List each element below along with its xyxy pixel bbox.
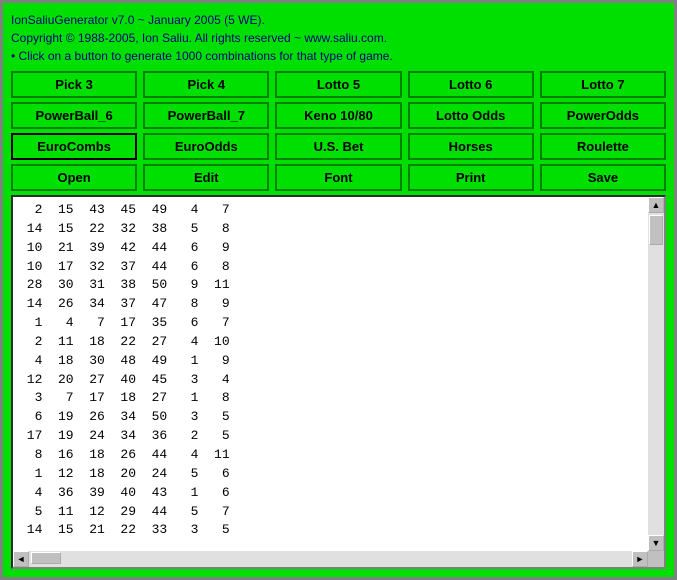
scroll-up-button[interactable]: ▲: [648, 197, 664, 213]
button-row-1: Pick 3Pick 4Lotto 5 Lotto 6Lotto 7: [11, 71, 666, 98]
header-line3: • Click on a button to generate 1000 com…: [11, 47, 666, 65]
powerodds-button[interactable]: PowerOdds: [540, 102, 666, 129]
scroll-down-button[interactable]: ▼: [648, 535, 664, 551]
edit-button[interactable]: Edit: [143, 164, 269, 191]
button-row-3: EuroCombsEuroOddsU.S. Bet HorsesRoulette: [11, 133, 666, 160]
header-line2: Copyright © 1988-2005, Ion Saliu. All ri…: [11, 29, 666, 47]
pick4-button[interactable]: Pick 4: [143, 71, 269, 98]
font-button[interactable]: Font: [275, 164, 401, 191]
data-display[interactable]: 2 15 43 45 49 4 7 14 15 22 32 38 5 8 10 …: [13, 197, 648, 551]
scroll-thumb-horizontal[interactable]: [31, 552, 61, 564]
button-row-4: OpenEditFont PrintSave: [11, 164, 666, 191]
scroll-thumb-vertical[interactable]: [649, 215, 663, 245]
euroodds-button[interactable]: EuroOdds: [143, 133, 269, 160]
scroll-track-horizontal[interactable]: [29, 551, 632, 567]
powerball7-button[interactable]: PowerBall_7: [143, 102, 269, 129]
save-button[interactable]: Save: [540, 164, 666, 191]
main-window: IonSaliuGenerator v7.0 ~ January 2005 (5…: [0, 0, 677, 580]
scroll-right-button[interactable]: ►: [632, 551, 648, 567]
usbet-button[interactable]: U.S. Bet: [275, 133, 401, 160]
scroll-corner: [648, 551, 664, 567]
eurocombs-button[interactable]: EuroCombs: [11, 133, 137, 160]
content-area: 2 15 43 45 49 4 7 14 15 22 32 38 5 8 10 …: [11, 195, 666, 569]
lotto6-button[interactable]: Lotto 6: [408, 71, 534, 98]
scroll-track-vertical[interactable]: [648, 213, 664, 535]
keno-button[interactable]: Keno 10/80: [275, 102, 401, 129]
print-button[interactable]: Print: [408, 164, 534, 191]
header-text: IonSaliuGenerator v7.0 ~ January 2005 (5…: [11, 11, 666, 65]
roulette-button[interactable]: Roulette: [540, 133, 666, 160]
vertical-scrollbar[interactable]: ▲ ▼: [648, 197, 664, 551]
lotto7-button[interactable]: Lotto 7: [540, 71, 666, 98]
header-line1: IonSaliuGenerator v7.0 ~ January 2005 (5…: [11, 11, 666, 29]
horses-button[interactable]: Horses: [408, 133, 534, 160]
powerball6-button[interactable]: PowerBall_6: [11, 102, 137, 129]
open-button[interactable]: Open: [11, 164, 137, 191]
button-row-2: PowerBall_6PowerBall_7Keno 10/80 Lotto Od…: [11, 102, 666, 129]
horizontal-scrollbar-row: ◄ ►: [13, 551, 664, 567]
scroll-left-button[interactable]: ◄: [13, 551, 29, 567]
lottoodds-button[interactable]: Lotto Odds: [408, 102, 534, 129]
pick3-button[interactable]: Pick 3: [11, 71, 137, 98]
lotto5-button[interactable]: Lotto 5: [275, 71, 401, 98]
